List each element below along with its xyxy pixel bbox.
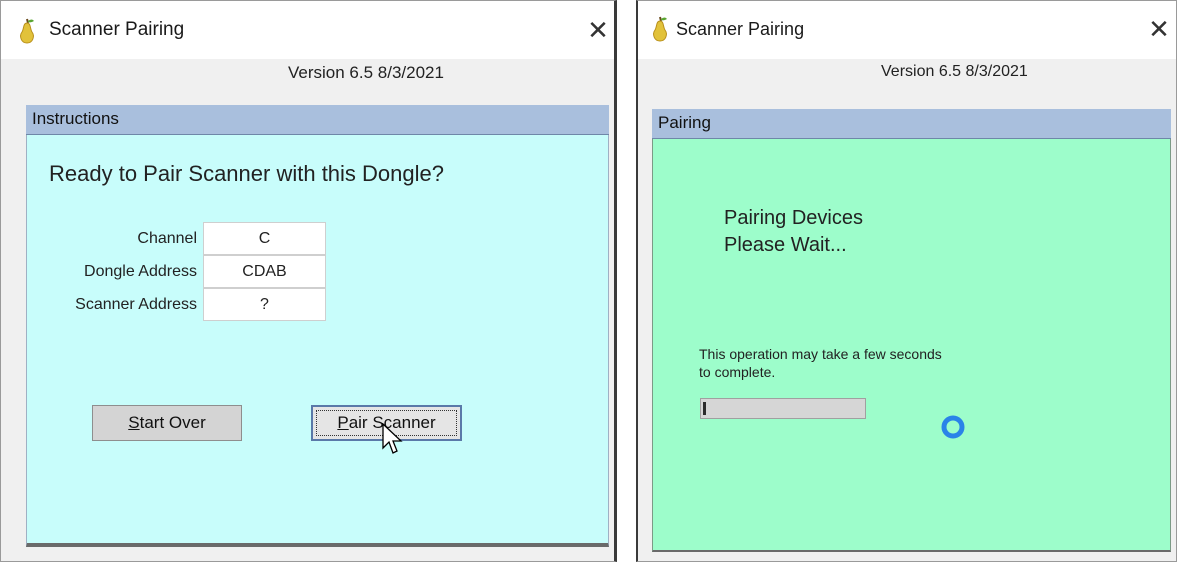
channel-value: C (203, 222, 326, 255)
pairing-panel: Pairing Devices Please Wait... This oper… (652, 139, 1171, 552)
version-label: Version 6.5 8/3/2021 (881, 63, 1028, 80)
progress-fill (703, 402, 706, 415)
scanner-address-label: Scanner Address (75, 296, 197, 313)
dongle-address-label: Dongle Address (84, 263, 197, 280)
scanner-pairing-window-progress: Scanner Pairing ✕ Version 6.5 8/3/2021 P… (636, 0, 1177, 562)
instructions-panel: Ready to Pair Scanner with this Dongle? … (26, 135, 609, 547)
dongle-address-value: CDAB (203, 255, 326, 288)
operation-note-line1: This operation may take a few seconds (699, 346, 942, 362)
operation-note-line2: to complete. (699, 364, 776, 380)
title-bar: Scanner Pairing ✕ (1, 1, 614, 59)
start-over-label: tart Over (139, 413, 206, 432)
please-wait-text: Please Wait... (724, 234, 847, 256)
window-title: Scanner Pairing (49, 19, 185, 40)
loading-spinner-icon (941, 415, 965, 439)
close-button[interactable]: ✕ (1144, 14, 1174, 44)
pairing-devices-text: Pairing Devices (724, 207, 863, 229)
pear-app-icon (653, 16, 667, 42)
channel-label: Channel (137, 230, 197, 247)
arrow-cursor-icon (382, 423, 403, 454)
panel-header-instructions: Instructions (26, 105, 609, 135)
ready-heading: Ready to Pair Scanner with this Dongle? (49, 161, 444, 186)
title-bar: Scanner Pairing ✕ (638, 1, 1176, 59)
start-over-button[interactable]: Start Over (92, 405, 242, 441)
close-button[interactable]: ✕ (583, 15, 613, 45)
scanner-pairing-window-instructions: Scanner Pairing ✕ Version 6.5 8/3/2021 I… (0, 0, 617, 562)
pear-app-icon (20, 18, 34, 44)
progress-bar (700, 398, 866, 419)
scanner-address-value: ? (203, 288, 326, 321)
window-title: Scanner Pairing (676, 19, 805, 39)
field-labels: Channel Dongle Address Scanner Address (27, 222, 197, 332)
version-label: Version 6.5 8/3/2021 (288, 63, 444, 82)
panel-header-pairing: Pairing (652, 109, 1171, 139)
start-over-mnemonic: S (128, 413, 140, 432)
